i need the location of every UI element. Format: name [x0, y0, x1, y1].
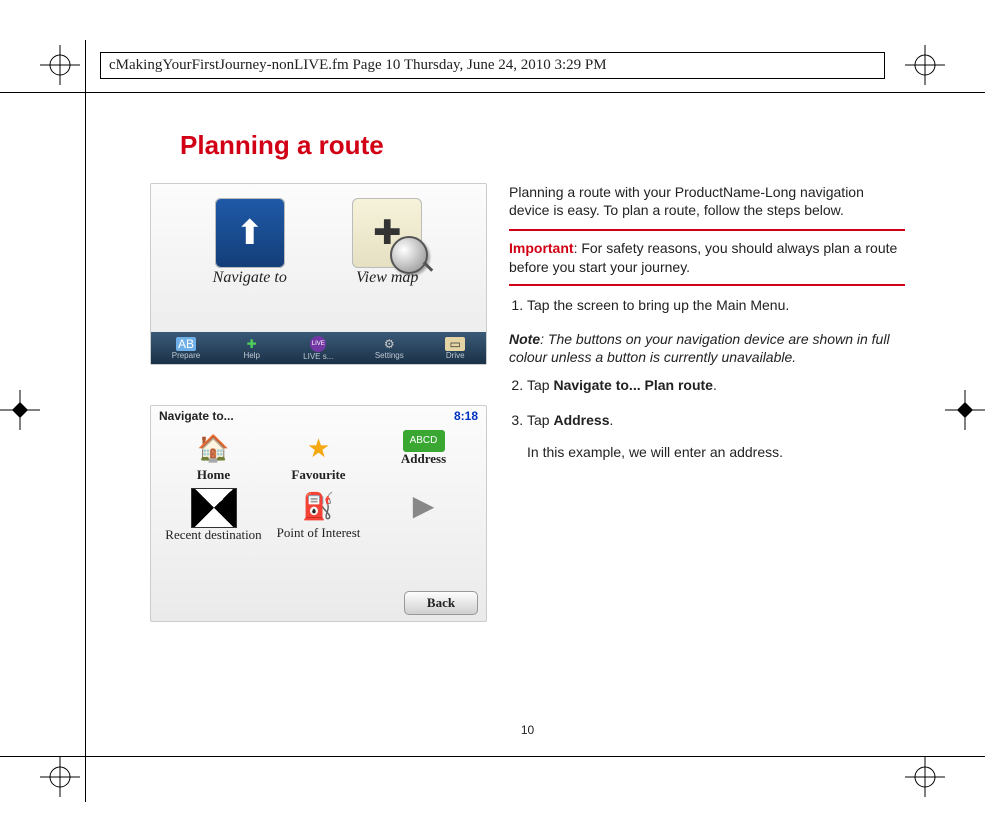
main-menu-toolbar: ABPrepare ✚Help LIVELIVE s... ⚙Settings …	[151, 332, 486, 364]
page-title: Planning a route	[180, 130, 905, 161]
navigate-to-title: Navigate to...	[159, 409, 234, 423]
home-icon: 🏠	[192, 430, 236, 468]
reg-mark-right-mid	[945, 390, 985, 430]
reg-mark-bottom-left	[40, 757, 80, 797]
instruction-text: Planning a route with your ProductName-L…	[509, 183, 905, 622]
help-icon: ✚	[242, 337, 262, 351]
reg-mark-top-left	[40, 45, 80, 85]
screenshot-navigate-to: Navigate to... 8:18 🏠 Home ★ Favourite A…	[150, 405, 487, 622]
fuel-pump-icon: ⛽	[297, 488, 341, 526]
view-map-button[interactable]: ✚ View map	[337, 198, 437, 287]
recent-destination-button[interactable]: Recent destination	[161, 488, 266, 542]
favourite-button[interactable]: ★ Favourite	[266, 430, 371, 482]
page-number: 10	[150, 723, 905, 737]
reg-mark-left-mid	[0, 390, 40, 430]
crop-line-top	[0, 92, 985, 93]
address-label: Address	[401, 452, 446, 466]
toolbar-drive[interactable]: ▭Drive	[445, 337, 465, 360]
page-content: Planning a route ⬆ Navigate to ✚ View ma…	[150, 130, 905, 737]
clock-time: 8:18	[454, 409, 478, 423]
arrow-right-icon: ▶	[402, 488, 446, 526]
step-3: Tap Address. In this example, we will en…	[527, 411, 905, 461]
toolbar-help[interactable]: ✚Help	[242, 337, 262, 360]
reg-mark-bottom-right	[905, 757, 945, 797]
address-button[interactable]: ABCD Address	[371, 430, 476, 482]
star-icon: ★	[297, 430, 341, 468]
gear-icon: ⚙	[379, 337, 399, 351]
crop-line-left	[85, 40, 86, 802]
step-3-follow: In this example, we will enter an addres…	[527, 443, 905, 461]
crop-line-bottom	[0, 756, 985, 757]
magnifier-icon	[390, 236, 428, 274]
note-label: Note	[509, 331, 540, 347]
important-label: Important	[509, 240, 574, 256]
prepare-icon: AB	[176, 337, 196, 351]
map-icon: ✚	[352, 198, 422, 268]
next-page-arrow[interactable]: ▶	[371, 488, 476, 542]
note-text: : The buttons on your navigation device …	[509, 331, 890, 365]
note-paragraph: Note: The buttons on your navigation dev…	[509, 330, 905, 366]
address-badge-icon: ABCD	[403, 430, 445, 452]
screenshot-main-menu: ⬆ Navigate to ✚ View map ABPrepare ✚Help…	[150, 183, 487, 365]
back-button[interactable]: Back	[404, 591, 478, 615]
live-icon: LIVE	[310, 336, 326, 352]
step-1: Tap the screen to bring up the Main Menu…	[527, 296, 905, 314]
home-label: Home	[197, 468, 230, 482]
home-button[interactable]: 🏠 Home	[161, 430, 266, 482]
poi-button[interactable]: ⛽ Point of Interest	[266, 488, 371, 542]
page-header: cMakingYourFirstJourney-nonLIVE.fm Page …	[100, 52, 885, 79]
step-2: Tap Navigate to... Plan route.	[527, 376, 905, 394]
poi-label: Point of Interest	[277, 526, 361, 540]
important-callout: Important: For safety reasons, you shoul…	[509, 229, 905, 285]
reg-mark-top-right	[905, 45, 945, 85]
drive-icon: ▭	[445, 337, 465, 351]
intro-paragraph: Planning a route with your ProductName-L…	[509, 183, 905, 219]
toolbar-settings[interactable]: ⚙Settings	[375, 337, 404, 360]
toolbar-live[interactable]: LIVELIVE s...	[303, 336, 333, 361]
recent-label: Recent destination	[165, 528, 261, 542]
navigate-to-button[interactable]: ⬆ Navigate to	[200, 198, 300, 287]
checkered-flag-icon	[191, 488, 237, 528]
toolbar-prepare[interactable]: ABPrepare	[172, 337, 200, 360]
favourite-label: Favourite	[291, 468, 345, 482]
navigate-to-label: Navigate to	[213, 270, 287, 287]
navigate-arrow-icon: ⬆	[215, 198, 285, 268]
